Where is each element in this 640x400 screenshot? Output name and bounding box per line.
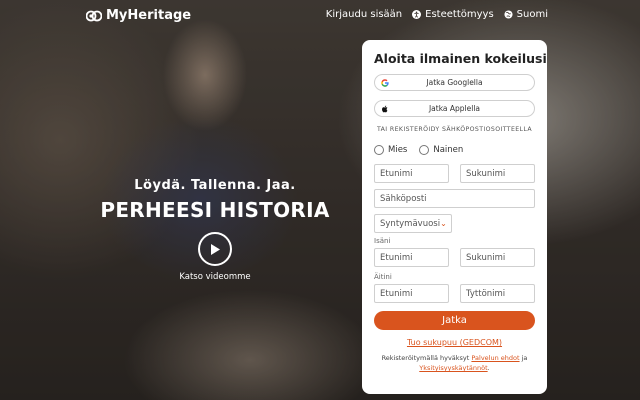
gender-male-label: Mies <box>388 145 408 155</box>
accessibility-label: Esteettömyys <box>425 9 494 20</box>
email-field[interactable]: Sähköposti <box>374 189 535 208</box>
login-link[interactable]: Kirjaudu sisään <box>326 9 402 20</box>
legal-and: ja <box>519 354 528 362</box>
terms-link[interactable]: Palvelun ehdot <box>471 354 519 362</box>
signup-title: Aloita ilmainen kokeilusi <box>374 51 547 66</box>
apple-button-label: Jatka Applella <box>428 104 481 113</box>
play-icon <box>211 243 220 255</box>
top-nav: Kirjaudu sisään Esteettömyys Suomi <box>326 9 548 20</box>
video-label[interactable]: Katso videomme <box>90 272 340 282</box>
apple-signin-button[interactable]: Jatka Applella <box>374 100 535 117</box>
accessibility-icon <box>412 10 422 19</box>
google-button-label: Jatka Googlella <box>426 78 483 87</box>
privacy-link[interactable]: Yksityisyyskäytännöt <box>419 364 487 372</box>
hero-headline: PERHEESI HISTORIA <box>100 198 330 222</box>
google-signin-button[interactable]: Jatka Googlella <box>374 74 535 91</box>
email-divider: TAI REKISTERÖIDY SÄHKÖPOSTIOSOITTEELLA <box>376 126 533 133</box>
radio-circle-icon <box>374 145 384 155</box>
import-gedcom-link[interactable]: Tuo sukupuu (GEDCOM) <box>374 338 535 347</box>
chevron-down-icon: ⌄ <box>440 219 447 228</box>
birth-year-select[interactable]: Syntymävuosi ⌄ <box>374 214 452 233</box>
father-last-name-field[interactable]: Sukunimi <box>460 248 535 267</box>
mother-first-name-field[interactable]: Etunimi <box>374 284 449 303</box>
gender-female-label: Nainen <box>433 145 464 155</box>
mother-maiden-name-field[interactable]: Tyttönimi <box>460 284 535 303</box>
myheritage-logo[interactable]: MyHeritage <box>86 8 191 23</box>
play-video-button[interactable] <box>198 232 232 266</box>
language-label: Suomi <box>516 9 548 20</box>
first-name-field[interactable]: Etunimi <box>374 164 449 183</box>
accessibility-link[interactable]: Esteettömyys <box>412 9 494 20</box>
globe-icon <box>504 10 513 19</box>
brand-name: MyHeritage <box>106 8 192 23</box>
legal-text: Rekisteröitymällä hyväksyt Palvelun ehdo… <box>374 353 535 373</box>
birth-year-label: Syntymävuosi <box>380 218 441 229</box>
radio-circle-icon <box>419 145 430 155</box>
legal-prefix: Rekisteröitymällä hyväksyt <box>381 354 472 362</box>
gender-male-radio[interactable]: Mies <box>374 145 407 155</box>
myheritage-logo-icon <box>86 10 102 21</box>
hero-tagline: Löydä. Tallenna. Jaa. <box>134 178 296 193</box>
hero-section: Löydä. Tallenna. Jaa. PERHEESI HISTORIA … <box>90 178 340 282</box>
gender-selector: Mies Nainen <box>374 145 535 155</box>
last-name-field[interactable]: Sukunimi <box>460 164 535 183</box>
signup-card: Aloita ilmainen kokeilusi Jatka Googlell… <box>362 40 547 394</box>
legal-suffix: . <box>487 364 490 372</box>
mother-label: Äitini <box>374 273 392 281</box>
language-selector[interactable]: Suomi <box>504 9 548 20</box>
father-first-name-field[interactable]: Etunimi <box>374 248 449 267</box>
continue-button[interactable]: Jatka <box>374 311 535 330</box>
gender-female-radio[interactable]: Nainen <box>419 145 463 155</box>
father-label: Isäni <box>374 237 391 245</box>
login-label: Kirjaudu sisään <box>325 9 403 20</box>
